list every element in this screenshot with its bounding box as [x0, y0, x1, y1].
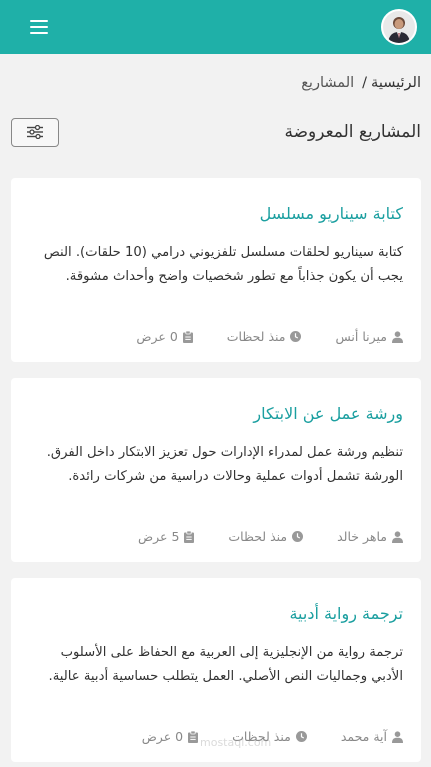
breadcrumb-home-link[interactable]: الرئيسية — [371, 75, 421, 91]
project-title-link[interactable]: ترجمة رواية أدبية — [27, 604, 403, 623]
clock-icon — [290, 331, 302, 342]
owner-name: آية محمد — [340, 729, 387, 744]
page-title: المشاريع المعروضة — [284, 122, 421, 142]
offers-count: 0 عرض — [141, 729, 184, 744]
owner-name: ميرنا أنس — [335, 329, 387, 344]
user-icon — [392, 330, 403, 343]
project-owner[interactable]: ميرنا أنس — [335, 329, 403, 344]
breadcrumb-separator: / — [362, 75, 368, 91]
project-time: منذ لحظات — [228, 529, 304, 544]
sliders-icon — [27, 125, 43, 139]
clipboard-icon — [182, 330, 193, 343]
project-time: منذ لحظات — [227, 329, 302, 344]
watermark-logo: mostaql.com — [200, 736, 272, 749]
project-owner[interactable]: آية محمد — [341, 729, 403, 744]
project-meta: ميرنا أنس منذ لحظات 0 عرض — [27, 329, 403, 344]
offers-count: 5 عرض — [138, 529, 180, 544]
breadcrumb-current: المشاريع — [301, 75, 355, 91]
clock-icon — [295, 731, 307, 742]
project-offers: 5 عرض — [138, 529, 195, 544]
offers-count: 0 عرض — [136, 329, 178, 344]
user-photo — [383, 11, 415, 43]
top-navbar — [0, 0, 431, 54]
menu-hamburger-icon[interactable] — [30, 20, 48, 34]
filter-button[interactable] — [11, 117, 59, 147]
clock-icon — [292, 531, 304, 542]
breadcrumb: الرئيسية / المشاريع — [0, 54, 431, 112]
project-description: كتابة سيناريو لحلقات مسلسل تلفزيوني درام… — [43, 245, 403, 284]
project-card: ورشة عمل عن الابتكار تنظيم ورشة عمل لمدر… — [11, 378, 421, 562]
avatar[interactable] — [381, 9, 417, 45]
project-card: ترجمة رواية أدبية ترجمة رواية من الإنجلي… — [11, 578, 421, 762]
project-title-link[interactable]: ورشة عمل عن الابتكار — [27, 404, 403, 423]
clipboard-icon — [188, 730, 199, 743]
project-description: ترجمة رواية من الإنجليزية إلى العربية مع… — [48, 645, 403, 684]
project-description: تنظيم ورشة عمل لمدراء الإدارات حول تعزيز… — [46, 445, 403, 484]
project-owner[interactable]: ماهر خالد — [337, 529, 403, 544]
project-offers: 0 عرض — [136, 329, 193, 344]
project-meta: ماهر خالد منذ لحظات 5 عرض — [27, 529, 403, 544]
user-icon — [392, 730, 403, 743]
project-offers: 0 عرض — [141, 729, 199, 744]
clipboard-icon — [184, 530, 195, 543]
time-text: منذ لحظات — [226, 329, 286, 344]
projects-list: كتابة سيناريو مسلسل كتابة سيناريو لحلقات… — [0, 178, 431, 762]
user-icon — [392, 530, 403, 543]
project-card: كتابة سيناريو مسلسل كتابة سيناريو لحلقات… — [11, 178, 421, 362]
time-text: منذ لحظات — [228, 529, 288, 544]
page-header: المشاريع المعروضة — [0, 112, 431, 152]
project-title-link[interactable]: كتابة سيناريو مسلسل — [27, 204, 403, 223]
owner-name: ماهر خالد — [337, 529, 387, 544]
